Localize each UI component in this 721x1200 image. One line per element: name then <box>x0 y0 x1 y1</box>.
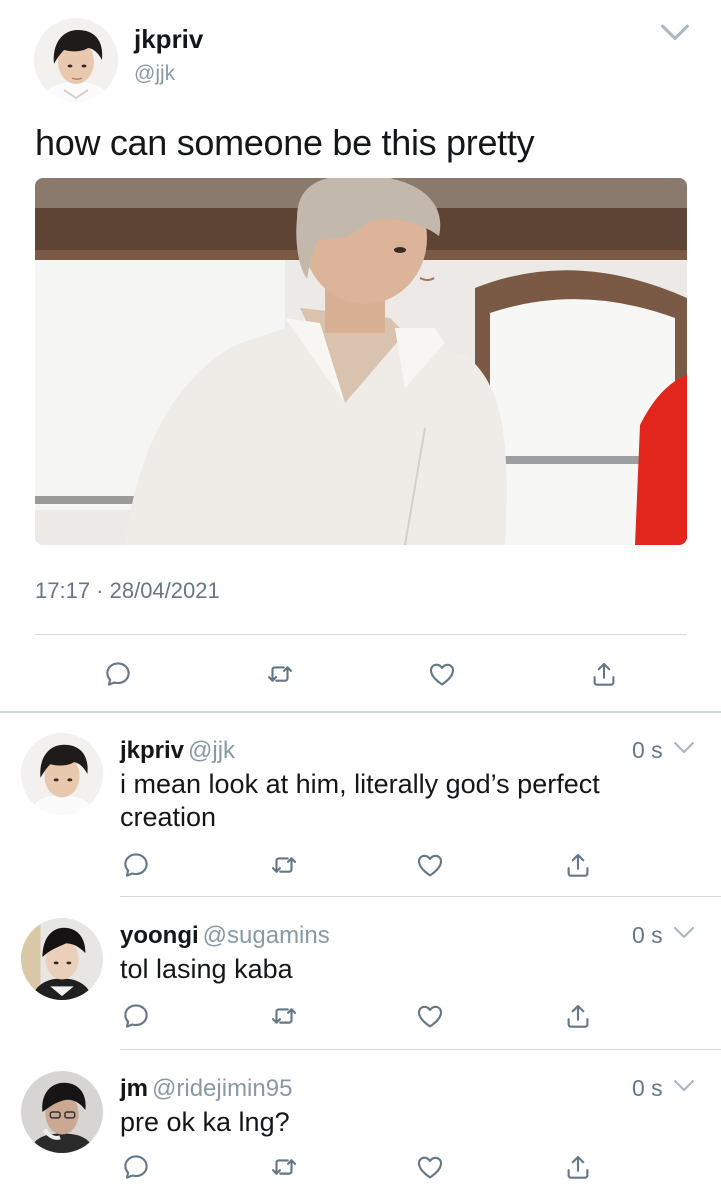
retweet-icon[interactable] <box>262 656 298 692</box>
reply-header: jm @ridejimin95 <box>120 1075 292 1103</box>
avatar[interactable] <box>21 1071 103 1153</box>
avatar-photo <box>21 733 103 815</box>
reply-tweet[interactable]: yoongi @sugamins 0 s tol lasing kaba <box>0 898 721 1051</box>
author-name[interactable]: jkpriv <box>134 24 203 55</box>
avatar-photo <box>21 1071 103 1153</box>
author-handle[interactable]: @jjk <box>134 62 175 86</box>
reply-time: 0 s <box>632 922 663 948</box>
author-handle[interactable]: @sugamins <box>203 922 330 949</box>
like-heart-icon[interactable] <box>424 656 460 692</box>
share-icon[interactable] <box>560 847 596 883</box>
chevron-down-icon[interactable] <box>658 22 692 44</box>
retweet-icon[interactable] <box>266 998 302 1034</box>
reply-time: 0 s <box>632 737 663 763</box>
action-bar <box>0 652 721 696</box>
chevron-down-icon[interactable] <box>672 740 696 756</box>
tweet-timestamp[interactable]: 17:17 · 28/04/2021 <box>35 578 220 604</box>
tweet-photo[interactable] <box>35 178 687 545</box>
avatar-photo <box>21 918 103 1000</box>
share-icon[interactable] <box>586 656 622 692</box>
divider <box>120 1049 721 1050</box>
avatar[interactable] <box>34 18 118 102</box>
tweet-text: how can someone be this pretty <box>35 122 535 163</box>
reply-icon[interactable] <box>118 1149 154 1185</box>
reply-header: yoongi @sugamins <box>120 922 330 950</box>
author-handle[interactable]: @jjk <box>188 737 235 764</box>
reply-text: pre ok ka lng? <box>120 1107 290 1137</box>
share-icon[interactable] <box>560 1149 596 1185</box>
divider <box>35 634 687 635</box>
photo-image <box>35 178 687 545</box>
avatar-photo <box>34 18 118 102</box>
reply-icon[interactable] <box>118 847 154 883</box>
reply-icon[interactable] <box>100 656 136 692</box>
avatar[interactable] <box>21 918 103 1000</box>
reply-time: 0 s <box>632 1075 663 1101</box>
reply-header: jkpriv @jjk <box>120 737 235 765</box>
main-tweet: jkpriv @jjk how can someone be this pret… <box>0 0 721 712</box>
reply-text: tol lasing kaba <box>120 954 293 984</box>
reply-text: i mean look at him, literally god’s perf… <box>120 769 600 832</box>
author-handle[interactable]: @ridejimin95 <box>152 1075 292 1102</box>
author-name[interactable]: jm <box>120 1075 148 1102</box>
like-heart-icon[interactable] <box>412 847 448 883</box>
reply-tweet[interactable]: jm @ridejimin95 0 s pre ok ka lng? <box>0 1051 721 1200</box>
like-heart-icon[interactable] <box>412 998 448 1034</box>
author-name[interactable]: jkpriv <box>120 737 184 764</box>
like-heart-icon[interactable] <box>412 1149 448 1185</box>
retweet-icon[interactable] <box>266 847 302 883</box>
retweet-icon[interactable] <box>266 1149 302 1185</box>
reply-icon[interactable] <box>118 998 154 1034</box>
share-icon[interactable] <box>560 998 596 1034</box>
avatar[interactable] <box>21 733 103 815</box>
divider <box>120 896 721 897</box>
chevron-down-icon[interactable] <box>672 925 696 941</box>
author-name[interactable]: yoongi <box>120 922 199 949</box>
reply-tweet[interactable]: jkpriv @jjk 0 s i mean look at him, liter… <box>0 713 721 898</box>
chevron-down-icon[interactable] <box>672 1078 696 1094</box>
